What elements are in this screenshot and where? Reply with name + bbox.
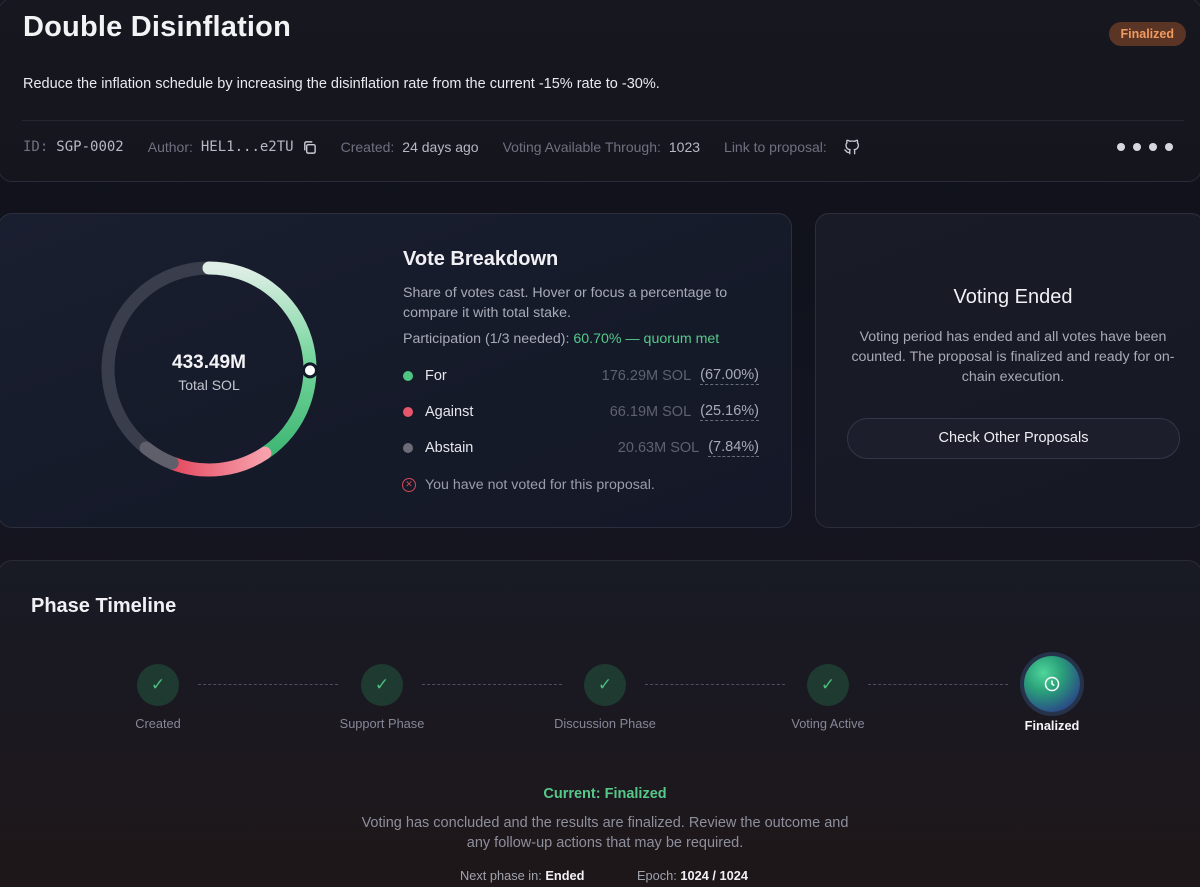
timeline-step-label: Created bbox=[135, 716, 181, 731]
dot bbox=[1149, 143, 1157, 151]
github-icon[interactable] bbox=[843, 138, 861, 156]
more-dots-icon[interactable] bbox=[1117, 143, 1173, 151]
epoch-label: Epoch: bbox=[637, 868, 677, 883]
vote-row-percent[interactable]: (7.84%) bbox=[708, 439, 759, 457]
vote-row-percent[interactable]: (25.16%) bbox=[700, 403, 759, 421]
next-phase-value: Ended bbox=[545, 868, 585, 883]
donut-slice-against[interactable] bbox=[165, 446, 272, 477]
total-sol-value: 433.49M bbox=[172, 352, 246, 373]
voting-ended-text: Voting period has ended and all votes ha… bbox=[851, 329, 1175, 385]
phase-timeline-title: Phase Timeline bbox=[31, 595, 177, 617]
epoch-value: 1024 / 1024 bbox=[680, 868, 749, 883]
proposal-description: Reduce the inflation schedule by increas… bbox=[23, 76, 660, 92]
current-phase-description: Voting has concluded and the results are… bbox=[361, 815, 849, 851]
epoch-info: Epoch: 1024 / 1024 bbox=[637, 868, 748, 883]
total-sol-label: Total SOL bbox=[178, 377, 240, 393]
page-title: Double Disinflation bbox=[23, 11, 292, 43]
meta-id: ID: SGP-0002 bbox=[23, 139, 124, 155]
vote-row-name: Abstain bbox=[425, 440, 474, 456]
participation-line: Participation (1/3 needed): 60.70% — quo… bbox=[403, 331, 719, 347]
vote-row-amount: 20.63M SOL bbox=[617, 440, 700, 456]
vote-row-for: For 176.29M SOL (67.00%) bbox=[403, 365, 759, 387]
clock-icon bbox=[1024, 656, 1080, 712]
timeline-step-discussion: ✓ Discussion Phase bbox=[525, 664, 685, 731]
meta-id-label: ID: bbox=[23, 139, 49, 155]
meta-link-label: Link to proposal: bbox=[724, 139, 827, 155]
timeline-step-label: Support Phase bbox=[339, 716, 425, 731]
vote-row-name: Against bbox=[425, 404, 474, 420]
abstain-dot-icon bbox=[403, 443, 413, 453]
donut-slice-abstain[interactable] bbox=[139, 441, 179, 470]
voting-ended-title: Voting Ended bbox=[953, 286, 1073, 308]
vote-row-percent[interactable]: (67.00%) bbox=[700, 367, 759, 385]
not-voted-text: You have not voted for this proposal. bbox=[425, 477, 655, 493]
timeline-step-created: ✓ Created bbox=[78, 664, 238, 731]
timeline-step-label: Voting Active bbox=[791, 716, 865, 731]
dot bbox=[1133, 143, 1141, 151]
timeline-step-label: Discussion Phase bbox=[554, 716, 656, 731]
vote-row-against: Against 66.19M SOL (25.16%) bbox=[403, 401, 759, 423]
against-dot-icon bbox=[403, 407, 413, 417]
status-badge: Finalized bbox=[1108, 22, 1186, 46]
vote-breakdown-title: Vote Breakdown bbox=[403, 248, 559, 270]
meta-created-label: Created: bbox=[340, 139, 395, 155]
copy-icon[interactable] bbox=[302, 140, 317, 155]
timeline-step-support: ✓ Support Phase bbox=[302, 664, 462, 731]
meta-link: Link to proposal: bbox=[724, 138, 861, 156]
not-voted-notice: ✕ You have not voted for this proposal. bbox=[402, 477, 655, 493]
current-phase-label: Current: Finalized bbox=[543, 786, 667, 802]
check-icon: ✓ bbox=[361, 664, 403, 706]
timeline-step-finalized: Finalized bbox=[972, 656, 1132, 733]
meta-voting-value: 1023 bbox=[668, 139, 701, 155]
meta-created-value: 24 days ago bbox=[402, 139, 479, 155]
meta-author-value: HEL1...e2TU bbox=[200, 139, 294, 155]
participation-value: 60.70% — quorum met bbox=[573, 331, 720, 347]
check-other-proposals-button[interactable]: Check Other Proposals bbox=[847, 418, 1180, 459]
meta-created: Created: 24 days ago bbox=[341, 139, 479, 155]
for-dot-icon bbox=[403, 371, 413, 381]
dot bbox=[1117, 143, 1125, 151]
check-icon: ✓ bbox=[137, 664, 179, 706]
participation-label: Participation (1/3 needed): bbox=[403, 331, 574, 347]
meta-author: Author: HEL1...e2TU bbox=[148, 139, 317, 155]
next-phase-label: Next phase in: bbox=[460, 868, 542, 883]
meta-id-value: SGP-0002 bbox=[56, 139, 124, 155]
check-icon: ✓ bbox=[584, 664, 626, 706]
vote-row-amount: 176.29M SOL bbox=[601, 368, 692, 384]
header-divider bbox=[22, 120, 1184, 121]
dot bbox=[1165, 143, 1173, 151]
meta-voting-label: Voting Available Through: bbox=[502, 139, 661, 155]
vote-row-amount: 66.19M SOL bbox=[609, 404, 692, 420]
timeline-step-voting: ✓ Voting Active bbox=[748, 664, 908, 731]
donut-center: 433.49M Total SOL bbox=[97, 352, 321, 393]
timeline-step-label: Finalized bbox=[1024, 718, 1080, 733]
vote-row-abstain: Abstain 20.63M SOL (7.84%) bbox=[403, 437, 759, 459]
x-circle-icon: ✕ bbox=[402, 478, 416, 492]
vote-row-name: For bbox=[425, 368, 447, 384]
meta-author-label: Author: bbox=[147, 139, 193, 155]
proposal-meta-row: ID: SGP-0002 Author: HEL1...e2TU Created… bbox=[23, 138, 885, 156]
vote-breakdown-subtitle: Share of votes cast. Hover or focus a pe… bbox=[403, 285, 728, 321]
check-icon: ✓ bbox=[807, 664, 849, 706]
meta-voting: Voting Available Through: 1023 bbox=[503, 139, 700, 155]
next-phase-info: Next phase in: Ended bbox=[460, 868, 584, 883]
